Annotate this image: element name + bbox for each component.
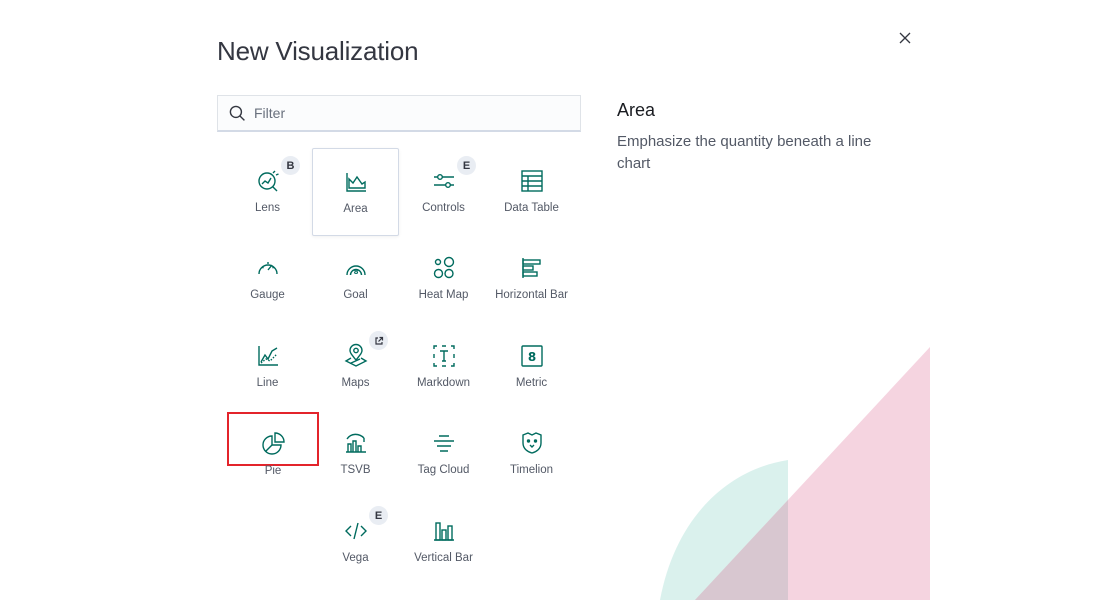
vis-type-label: Data Table bbox=[504, 202, 559, 214]
tag-cloud-icon bbox=[431, 430, 457, 456]
experimental-badge: E bbox=[369, 506, 388, 525]
vis-type-vega[interactable]: Vega E bbox=[312, 498, 399, 586]
filter-field[interactable] bbox=[217, 95, 581, 132]
vertical-bar-icon bbox=[431, 518, 457, 544]
vis-type-horizontal-bar[interactable]: Horizontal Bar bbox=[488, 235, 575, 323]
vis-type-tsvb[interactable]: TSVB bbox=[312, 410, 399, 498]
maps-icon bbox=[343, 343, 369, 369]
vis-type-label: Tag Cloud bbox=[417, 464, 470, 476]
description-title: Area bbox=[617, 100, 656, 120]
experimental-badge: E bbox=[457, 156, 476, 175]
horizontal-bar-icon bbox=[519, 255, 545, 281]
vis-type-line[interactable]: Line bbox=[224, 323, 311, 411]
vis-type-label: Area bbox=[343, 203, 368, 215]
vis-type-data-table[interactable]: Data Table bbox=[488, 148, 575, 236]
vis-type-markdown[interactable]: Markdown bbox=[400, 323, 487, 411]
markdown-icon bbox=[431, 343, 457, 369]
vis-type-tag-cloud[interactable]: Tag Cloud bbox=[400, 410, 487, 498]
vis-type-label: Vega bbox=[342, 552, 369, 564]
svg-text:8: 8 bbox=[527, 350, 535, 364]
vis-type-area[interactable]: Area bbox=[312, 148, 399, 236]
line-chart-icon bbox=[255, 343, 281, 369]
vis-type-label: Lens bbox=[255, 202, 280, 214]
data-table-icon bbox=[519, 168, 545, 194]
goal-icon: 8 bbox=[343, 255, 369, 281]
external-link-icon bbox=[374, 336, 383, 345]
area-chart-icon bbox=[343, 169, 369, 195]
modal-title: New Visualization bbox=[217, 36, 419, 66]
vis-type-controls[interactable]: Controls E bbox=[400, 148, 487, 236]
search-icon bbox=[228, 104, 246, 122]
close-button[interactable] bbox=[896, 29, 914, 47]
vis-type-label: Heat Map bbox=[418, 289, 469, 301]
vis-type-timelion[interactable]: Timelion bbox=[488, 410, 575, 498]
vis-type-heat-map[interactable]: Heat Map bbox=[400, 235, 487, 323]
tsvb-icon bbox=[343, 430, 369, 456]
external-link-badge bbox=[369, 331, 388, 350]
lens-icon bbox=[255, 168, 281, 194]
svg-text:8: 8 bbox=[353, 268, 358, 276]
vis-type-vertical-bar[interactable]: Vertical Bar bbox=[400, 498, 487, 586]
vega-icon bbox=[343, 518, 369, 544]
vis-type-metric[interactable]: 8 Metric bbox=[488, 323, 575, 411]
description-text: Emphasize the quantity beneath a line ch… bbox=[617, 133, 872, 172]
gauge-icon bbox=[255, 255, 281, 281]
metric-icon: 8 bbox=[519, 343, 545, 369]
vis-type-label: TSVB bbox=[340, 464, 371, 476]
vis-type-maps[interactable]: Maps bbox=[312, 323, 399, 411]
vis-type-label: Markdown bbox=[416, 377, 471, 389]
close-icon bbox=[899, 32, 911, 44]
vis-type-label: Pie bbox=[264, 465, 282, 477]
beta-badge: B bbox=[281, 156, 300, 175]
vis-type-label: Line bbox=[256, 377, 279, 389]
vis-type-label: Goal bbox=[343, 289, 368, 301]
vis-type-pie[interactable]: Pie bbox=[227, 412, 319, 477]
heat-map-icon bbox=[431, 255, 457, 281]
decorative-illustration bbox=[660, 347, 930, 600]
controls-icon bbox=[431, 168, 457, 194]
pie-chart-icon bbox=[260, 431, 286, 457]
vis-type-lens[interactable]: Lens B bbox=[224, 148, 311, 236]
vis-type-label: Maps bbox=[341, 377, 370, 389]
vis-type-label: Gauge bbox=[250, 289, 285, 301]
vis-type-gauge[interactable]: Gauge bbox=[224, 235, 311, 323]
vis-type-label: Metric bbox=[515, 377, 548, 389]
filter-input[interactable] bbox=[254, 105, 554, 121]
vis-type-label: Timelion bbox=[509, 464, 554, 476]
timelion-icon bbox=[519, 430, 545, 456]
vis-type-label: Horizontal Bar bbox=[495, 289, 568, 301]
vis-type-goal[interactable]: 8 Goal bbox=[312, 235, 399, 323]
vis-type-label: Vertical Bar bbox=[414, 552, 473, 564]
vis-type-label: Controls bbox=[422, 202, 465, 214]
